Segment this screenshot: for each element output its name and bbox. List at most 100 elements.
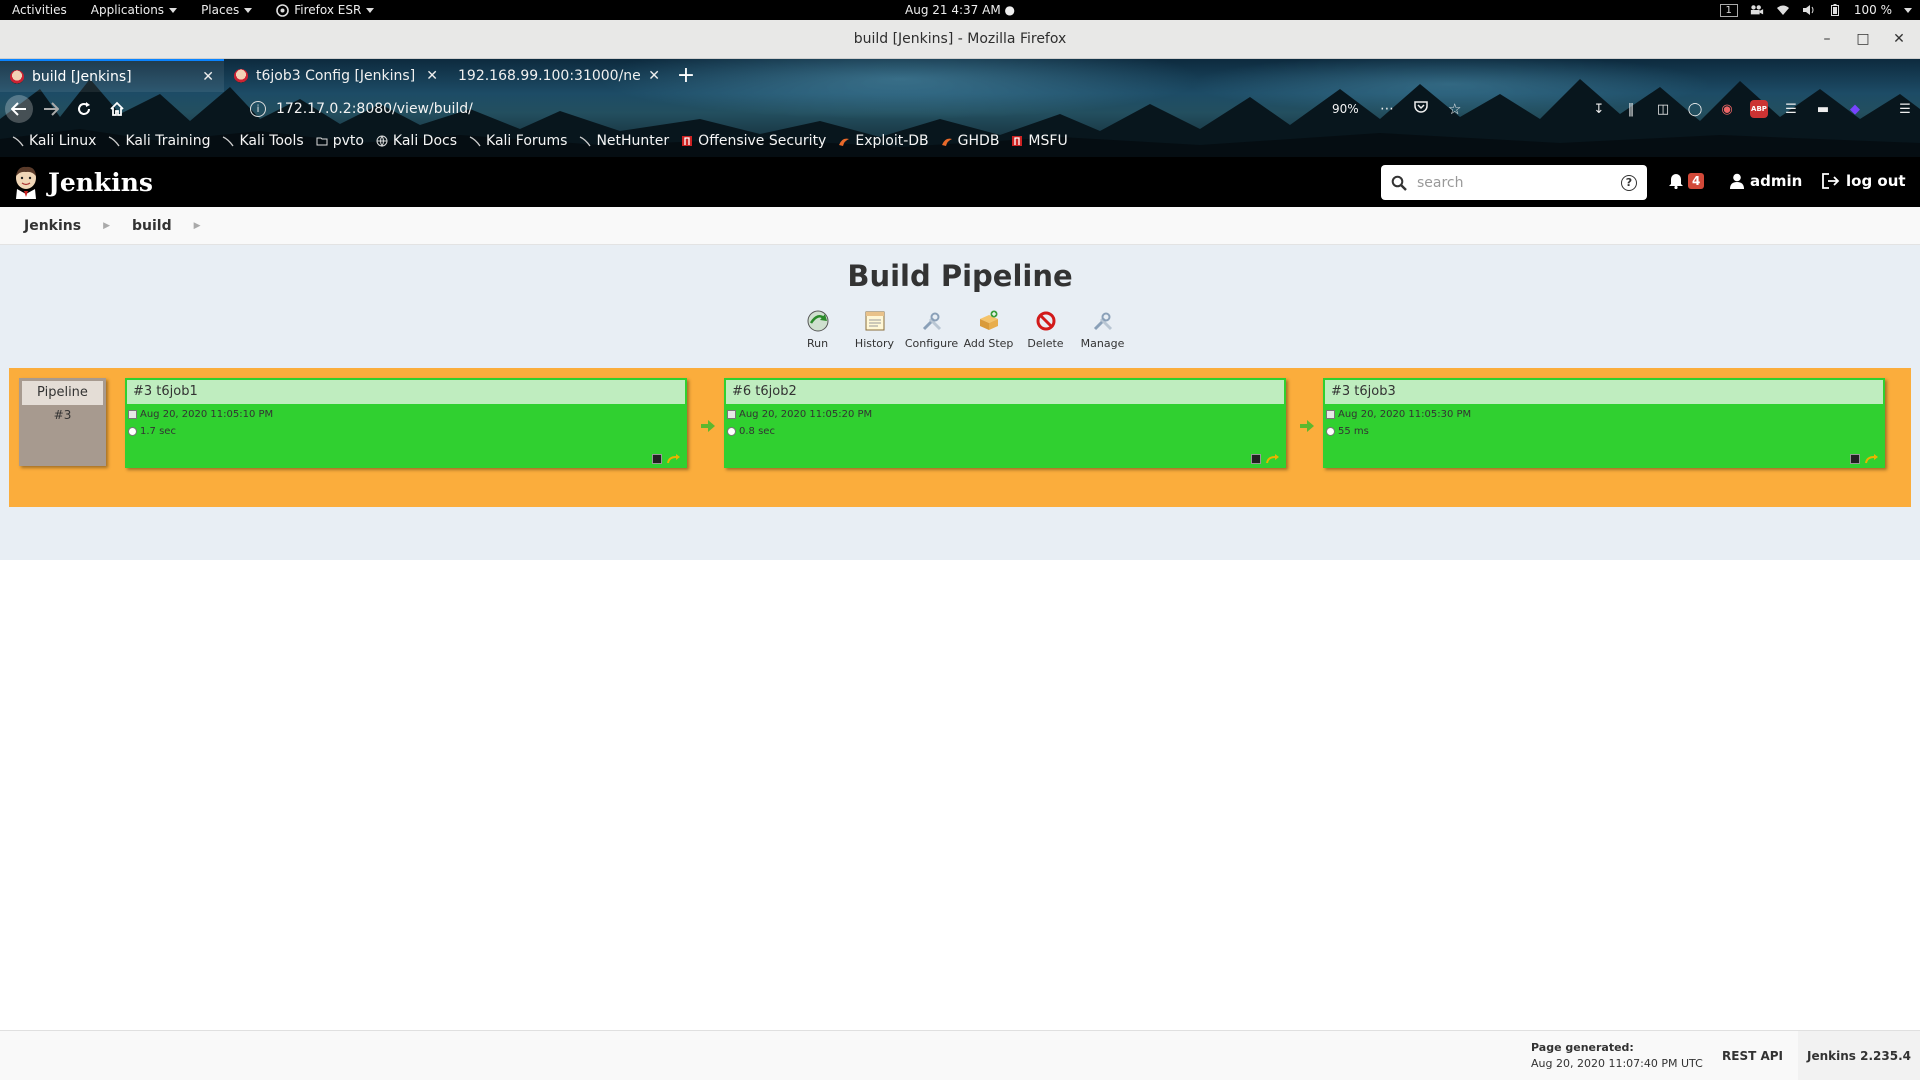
jenkins-search-box[interactable]: ? — [1381, 165, 1647, 200]
build-title-link[interactable]: #6 t6job2 — [726, 380, 1284, 404]
close-tab-icon[interactable]: ✕ — [202, 69, 214, 85]
home-button[interactable] — [102, 94, 132, 124]
new-tab-button[interactable]: + — [670, 59, 702, 92]
tab-192-168-99-100[interactable]: 192.168.99.100:31000/new ✕ — [448, 59, 670, 92]
pipeline-header-cell: Pipeline #3 — [19, 378, 106, 466]
clock[interactable]: Aug 21 4:37 AM ● — [905, 3, 1015, 17]
tab-t6job3-config[interactable]: t6job3 Config [Jenkins] ✕ — [224, 59, 448, 92]
rest-api-link[interactable]: REST API — [1722, 1049, 1783, 1063]
menu-icon[interactable]: ☰ — [1896, 100, 1914, 118]
bookmark-msfu[interactable]: MSFU — [1011, 133, 1068, 149]
places-menu[interactable]: Places — [189, 3, 264, 17]
manage-tools-icon — [1093, 312, 1112, 331]
tab-build-jenkins[interactable]: build [Jenkins] ✕ — [0, 59, 224, 92]
build-title-link[interactable]: #3 t6job1 — [127, 380, 685, 404]
breadcrumb-jenkins[interactable]: Jenkins — [24, 218, 81, 234]
firefox-icon — [276, 3, 290, 17]
adblock-icon[interactable]: ABP — [1750, 100, 1768, 118]
wifi-icon[interactable] — [1776, 4, 1790, 16]
extension-cookie-icon[interactable]: ☰ — [1782, 100, 1800, 118]
battery-icon[interactable] — [1828, 4, 1842, 16]
library-icon[interactable]: ‖ — [1622, 100, 1640, 118]
workspace-indicator[interactable]: 1 — [1719, 3, 1738, 17]
jenkins-version-link[interactable]: Jenkins 2.235.4 — [1798, 1031, 1920, 1080]
bookmark-folder-pvto[interactable]: pvto — [316, 133, 364, 149]
pipeline-number[interactable]: #3 — [19, 408, 106, 422]
offsec-icon — [682, 136, 693, 146]
bookmark-kali-tools[interactable]: Kali Tools — [222, 133, 304, 149]
bookmark-label: Kali Training — [125, 133, 211, 149]
navigation-toolbar: i 172.17.0.2:8080/view/build/ 90% ⋯ ☆ ↧ … — [0, 92, 1920, 125]
history-button[interactable]: History — [846, 309, 903, 350]
jenkins-home-link[interactable]: Jenkins — [12, 165, 153, 199]
reload-button[interactable] — [69, 94, 99, 124]
firefox-app-menu[interactable]: Firefox ESR — [264, 3, 386, 17]
configure-tools-icon — [922, 312, 941, 331]
configure-button[interactable]: Configure — [903, 309, 960, 350]
bookmark-label: NetHunter — [596, 133, 670, 149]
bookmark-kali-forums[interactable]: Kali Forums — [469, 133, 567, 149]
run-button[interactable]: Run — [789, 309, 846, 350]
activities-button[interactable]: Activities — [0, 3, 79, 17]
search-input[interactable] — [1417, 174, 1621, 191]
kali-dragon-icon — [223, 136, 235, 147]
bookmark-star-icon[interactable]: ☆ — [1448, 100, 1461, 118]
bookmark-nethunter[interactable]: NetHunter — [579, 133, 669, 149]
build-date: Aug 20, 2020 11:05:20 PM — [739, 409, 873, 420]
notifications-button[interactable]: 4 — [1668, 172, 1705, 189]
bookmark-kali-docs[interactable]: Kali Docs — [376, 133, 457, 149]
maximize-icon[interactable]: □ — [1856, 20, 1870, 59]
bookmark-ghdb[interactable]: GHDB — [941, 133, 999, 149]
breadcrumb-build[interactable]: build — [132, 218, 172, 234]
kali-dragon-icon — [580, 136, 592, 147]
console-output-icon[interactable] — [652, 454, 662, 464]
delete-button[interactable]: Delete — [1017, 309, 1074, 350]
extension-glasses-icon[interactable]: ▬ — [1814, 100, 1832, 118]
bookmark-kali-linux[interactable]: Kali Linux — [12, 133, 96, 149]
account-icon[interactable]: ◯ — [1686, 100, 1704, 118]
rebuild-arrow-icon[interactable] — [667, 454, 681, 464]
window-title: build [Jenkins] - Mozilla Firefox — [853, 31, 1067, 47]
back-button[interactable] — [5, 94, 33, 123]
console-output-icon[interactable] — [1251, 454, 1261, 464]
arrow-left-icon — [11, 101, 26, 116]
chevron-right-icon[interactable]: ▶ — [103, 221, 110, 231]
rebuild-arrow-icon[interactable] — [1266, 454, 1280, 464]
logout-link[interactable]: log out — [1822, 172, 1906, 190]
zoom-level[interactable]: 90% — [1332, 102, 1359, 116]
close-tab-icon[interactable]: ✕ — [648, 68, 660, 84]
sidebar-icon[interactable]: ◫ — [1654, 100, 1672, 118]
video-icon[interactable] — [1750, 4, 1764, 16]
plus-icon: + — [676, 63, 696, 88]
page-actions-icon[interactable]: ⋯ — [1380, 101, 1394, 117]
system-menu-chevron-icon[interactable] — [1904, 7, 1912, 13]
console-output-icon[interactable] — [1850, 454, 1860, 464]
forward-button[interactable] — [36, 94, 66, 124]
pocket-icon[interactable] — [1414, 100, 1428, 118]
applications-menu[interactable]: Applications — [79, 3, 189, 17]
close-tab-icon[interactable]: ✕ — [426, 68, 438, 84]
volume-icon[interactable] — [1802, 4, 1816, 16]
bookmark-exploit-db[interactable]: Exploit-DB — [838, 133, 929, 149]
help-icon[interactable]: ? — [1621, 174, 1637, 191]
manage-button[interactable]: Manage — [1074, 309, 1131, 350]
downloads-icon[interactable]: ↧ — [1590, 100, 1608, 118]
build-title-link[interactable]: #3 t6job3 — [1325, 380, 1883, 404]
add-step-button[interactable]: Add Step — [960, 309, 1017, 350]
close-window-icon[interactable]: ✕ — [1892, 20, 1906, 59]
rebuild-arrow-icon[interactable] — [1865, 454, 1879, 464]
url-bar[interactable]: i 172.17.0.2:8080/view/build/ 90% — [250, 95, 1380, 123]
chevron-right-icon[interactable]: ▶ — [194, 221, 201, 231]
minimize-icon[interactable]: – — [1820, 20, 1834, 59]
bookmark-kali-training[interactable]: Kali Training — [108, 133, 210, 149]
user-menu[interactable]: admin — [1730, 172, 1802, 190]
bookmark-offensive-security[interactable]: Offensive Security — [681, 133, 826, 149]
kali-dragon-icon — [469, 136, 481, 147]
bookmarks-toolbar: Kali Linux Kali Training Kali Tools pvto… — [0, 125, 1068, 157]
history-label: History — [854, 337, 895, 350]
clock-label: Aug 21 4:37 AM — [905, 3, 1001, 17]
site-info-icon[interactable]: i — [250, 101, 266, 117]
extension-foxy-icon[interactable]: ◉ — [1718, 100, 1736, 118]
extension-wappalyzer-icon[interactable]: ◆ — [1846, 100, 1864, 118]
bookmark-label: Kali Forums — [486, 133, 568, 149]
